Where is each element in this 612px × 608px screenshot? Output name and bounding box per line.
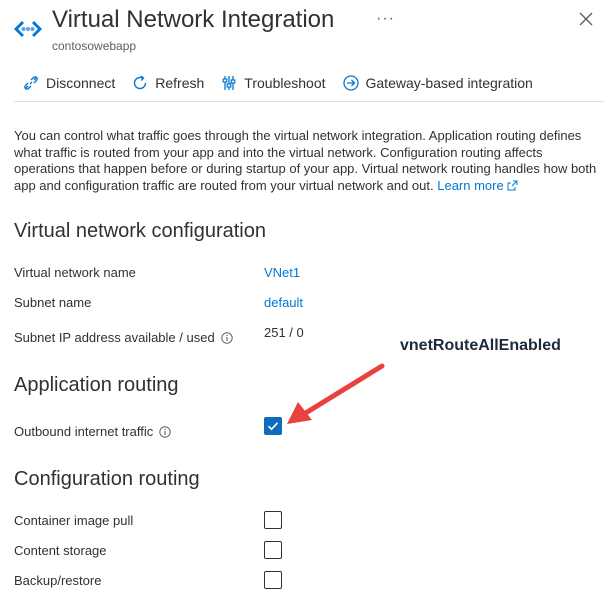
subnet-name-link[interactable]: default: [264, 295, 303, 310]
vnet-name-label: Virtual network name: [14, 265, 136, 280]
vnet-config-heading: Virtual network configuration: [14, 220, 266, 242]
container-image-pull-label: Container image pull: [14, 513, 134, 528]
toolbar-divider: [14, 101, 604, 102]
annotation-arrow: [287, 363, 385, 424]
page-title: Virtual Network Integration: [52, 6, 335, 33]
external-link-icon: [507, 180, 518, 190]
disconnect-label: Disconnect: [46, 75, 116, 91]
subnet-name-label: Subnet name: [14, 295, 92, 310]
refresh-icon: [134, 75, 147, 90]
subnet-ip-label: Subnet IP address available / used: [14, 330, 215, 345]
troubleshoot-button[interactable]: Troubleshoot: [220, 74, 326, 92]
info-icon[interactable]: [159, 425, 171, 438]
troubleshoot-icon: [222, 76, 236, 90]
virtual-network-icon: [14, 21, 42, 37]
outbound-row-label: Outbound internet traffic: [14, 424, 171, 439]
description-text: You can control what traffic goes throug…: [14, 128, 600, 194]
arrow-circle-icon: [342, 75, 359, 91]
command-bar: Disconnect Refresh Troubleshoot Gateway-…: [22, 72, 549, 94]
content-storage-checkbox[interactable]: [264, 541, 282, 559]
subnet-ip-value: 251 / 0: [264, 325, 304, 340]
more-options-button[interactable]: ···: [376, 10, 395, 28]
container-image-pull-checkbox[interactable]: [264, 511, 282, 529]
config-routing-heading: Configuration routing: [14, 468, 200, 490]
subnet-ip-row-label: Subnet IP address available / used: [14, 330, 233, 345]
gateway-integration-label: Gateway-based integration: [365, 75, 533, 91]
refresh-button[interactable]: Refresh: [131, 74, 204, 92]
resource-name: contosowebapp: [52, 39, 137, 53]
checkmark-icon: [267, 422, 279, 431]
backup-restore-label: Backup/restore: [14, 573, 102, 588]
disconnect-button[interactable]: Disconnect: [22, 74, 115, 92]
app-routing-heading: Application routing: [14, 374, 179, 396]
annotation-label: vnetRouteAllEnabled: [400, 337, 561, 354]
troubleshoot-label: Troubleshoot: [244, 75, 326, 91]
vnet-name-link[interactable]: VNet1: [264, 265, 300, 280]
outbound-traffic-checkbox[interactable]: [264, 417, 282, 435]
outbound-traffic-label: Outbound internet traffic: [14, 424, 154, 439]
info-icon[interactable]: [220, 331, 233, 344]
close-icon[interactable]: [578, 11, 594, 27]
backup-restore-checkbox[interactable]: [264, 571, 282, 589]
content-storage-label: Content storage: [14, 543, 107, 558]
gateway-integration-button[interactable]: Gateway-based integration: [342, 74, 533, 92]
disconnect-icon: [24, 76, 38, 90]
learn-more-link[interactable]: Learn more: [437, 178, 518, 193]
refresh-label: Refresh: [155, 75, 205, 91]
